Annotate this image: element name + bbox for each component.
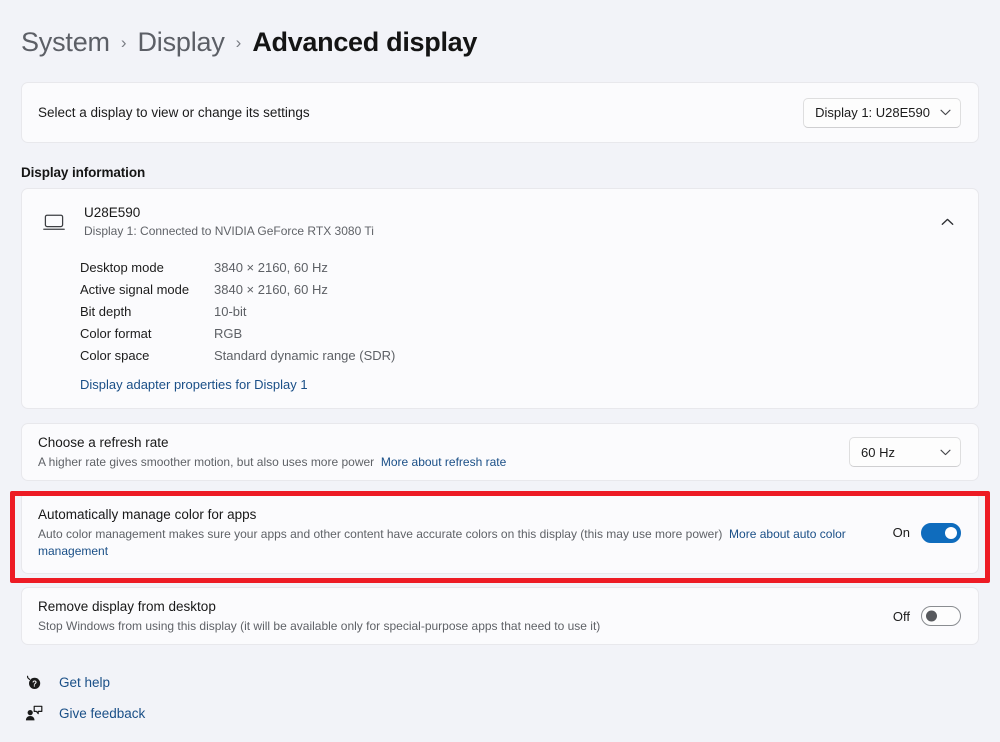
breadcrumb-separator-icon: › xyxy=(120,33,127,52)
refresh-rate-card: Choose a refresh rate A higher rate give… xyxy=(21,423,979,481)
spec-value: Standard dynamic range (SDR) xyxy=(214,348,396,363)
more-about-refresh-rate-link[interactable]: More about refresh rate xyxy=(381,455,506,469)
remove-display-card: Remove display from desktop Stop Windows… xyxy=(21,587,979,645)
svg-text:?: ? xyxy=(32,679,37,688)
get-help-label: Get help xyxy=(59,675,111,690)
spec-row: Desktop mode 3840 × 2160, 60 Hz xyxy=(80,257,978,279)
display-information-card: U28E590 Display 1: Connected to NVIDIA G… xyxy=(21,188,979,409)
spec-key: Bit depth xyxy=(80,304,132,319)
remove-display-title: Remove display from desktop xyxy=(38,599,216,614)
display-specs-list: Desktop mode 3840 × 2160, 60 Hz Active s… xyxy=(22,255,978,408)
spec-value: RGB xyxy=(214,326,243,341)
display-information-heading: Display information xyxy=(21,165,146,180)
toggle-knob xyxy=(945,526,957,539)
spec-key: Desktop mode xyxy=(80,260,164,275)
auto-color-toggle-label: On xyxy=(892,525,910,540)
monitor-connection-info: Display 1: Connected to NVIDIA GeForce R… xyxy=(84,224,374,238)
refresh-rate-description-text: A higher rate gives smoother motion, but… xyxy=(38,455,375,469)
breadcrumb-item-system[interactable]: System xyxy=(21,27,110,58)
get-help-link[interactable]: ? Get help xyxy=(23,667,110,698)
spec-row: Color space Standard dynamic range (SDR) xyxy=(80,345,978,367)
spec-row: Bit depth 10-bit xyxy=(80,301,978,323)
refresh-rate-title: Choose a refresh rate xyxy=(38,435,169,450)
chevron-down-icon xyxy=(940,449,951,456)
breadcrumb-separator-icon: › xyxy=(235,33,242,52)
auto-color-description-text: Auto color management makes sure your ap… xyxy=(38,527,723,541)
select-display-card: Select a display to view or change its s… xyxy=(21,82,979,143)
footer-links: ? Get help Give feedback xyxy=(23,667,1000,729)
select-display-label: Select a display to view or change its s… xyxy=(38,105,310,120)
spec-value: 3840 × 2160, 60 Hz xyxy=(214,260,328,275)
auto-color-card: Automatically manage color for apps Auto… xyxy=(21,491,979,574)
refresh-rate-value: 60 Hz xyxy=(861,444,895,460)
auto-color-toggle-group: On xyxy=(890,522,961,543)
chevron-up-icon[interactable] xyxy=(932,218,962,226)
display-selector-dropdown[interactable]: Display 1: U28E590 xyxy=(803,97,961,128)
give-feedback-link[interactable]: Give feedback xyxy=(23,698,145,729)
spec-row: Active signal mode 3840 × 2160, 60 Hz xyxy=(80,279,978,301)
refresh-rate-description: A higher rate gives smoother motion, but… xyxy=(38,454,833,471)
remove-display-toggle-label: Off xyxy=(892,608,910,624)
monitor-name: U28E590 xyxy=(84,205,141,220)
toggle-knob xyxy=(926,610,937,622)
refresh-rate-dropdown[interactable]: 60 Hz xyxy=(849,437,961,467)
feedback-icon xyxy=(23,705,45,723)
remove-display-toggle-group: Off xyxy=(890,606,961,626)
remove-display-description: Stop Windows from using this display (it… xyxy=(38,619,601,633)
monitor-icon xyxy=(39,214,69,231)
auto-color-description: Auto color management makes sure your ap… xyxy=(38,526,874,560)
give-feedback-label: Give feedback xyxy=(59,706,146,721)
breadcrumb: System › Display › Advanced display xyxy=(0,0,1000,62)
auto-color-highlight-wrap: Automatically manage color for apps Auto… xyxy=(0,491,1000,583)
help-icon: ? xyxy=(23,674,45,692)
auto-color-toggle[interactable] xyxy=(921,522,961,543)
auto-color-title: Automatically manage color for apps xyxy=(38,507,257,522)
spec-key: Active signal mode xyxy=(80,282,190,297)
spec-key: Color space xyxy=(80,348,150,363)
page-title: Advanced display xyxy=(252,26,478,57)
spec-value: 10-bit xyxy=(214,304,247,319)
breadcrumb-item-display[interactable]: Display xyxy=(138,27,225,58)
spec-key: Color format xyxy=(80,326,152,341)
spec-value: 3840 × 2160, 60 Hz xyxy=(214,282,328,297)
remove-display-toggle[interactable] xyxy=(921,606,961,626)
spec-row: Color format RGB xyxy=(80,323,978,345)
display-adapter-properties-link[interactable]: Display adapter properties for Display 1 xyxy=(80,375,308,394)
chevron-down-icon xyxy=(940,109,951,116)
display-selector-value: Display 1: U28E590 xyxy=(815,105,930,120)
display-information-header[interactable]: U28E590 Display 1: Connected to NVIDIA G… xyxy=(22,189,978,255)
